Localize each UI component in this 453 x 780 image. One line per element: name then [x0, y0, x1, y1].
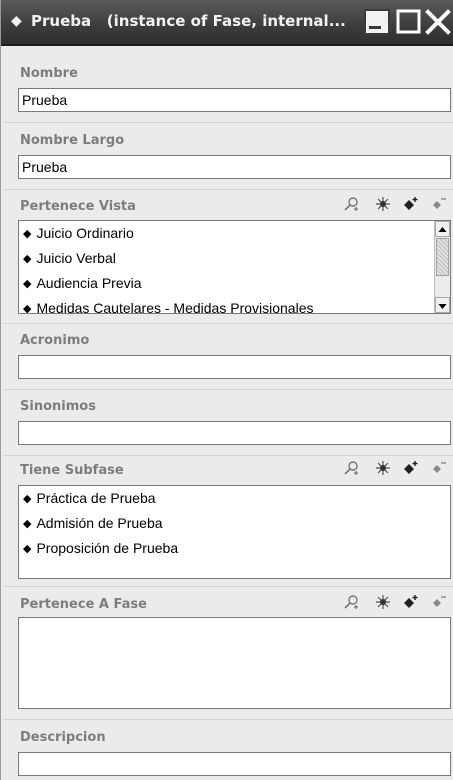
minimize-icon: [369, 26, 381, 29]
tiene-subfase-label: Tiene Subfase: [20, 463, 124, 478]
divider: [3, 719, 453, 720]
add-value-icon[interactable]: [403, 460, 419, 476]
vertical-scrollbar[interactable]: [434, 221, 450, 313]
create-instance-icon[interactable]: [375, 594, 391, 610]
window-title: Prueba (instance of Fase, internal...: [31, 12, 346, 30]
nombre-largo-label: Nombre Largo: [20, 133, 125, 148]
remove-value-icon[interactable]: [431, 196, 447, 212]
add-value-icon[interactable]: [403, 594, 419, 610]
divider: [3, 122, 453, 123]
list-item[interactable]: ◆ Juicio Ordinario: [19, 221, 450, 246]
divider: [3, 455, 453, 456]
acronimo-field[interactable]: [18, 355, 451, 379]
close-icon: [425, 9, 451, 35]
descripcion-field[interactable]: [18, 752, 451, 776]
diamond-icon: ◆: [23, 543, 32, 555]
search-value-icon[interactable]: [343, 460, 359, 476]
diamond-icon: ◆: [23, 518, 32, 530]
pertenece-vista-toolbar: [343, 196, 451, 214]
diamond-icon: ◆: [23, 278, 32, 290]
pertenece-vista-list[interactable]: ◆ Juicio Ordinario ◆ Juicio Verbal ◆ Audien…: [18, 220, 451, 314]
nombre-field[interactable]: Prueba: [18, 88, 451, 112]
diamond-icon: ◆: [11, 13, 22, 29]
search-value-icon[interactable]: [343, 196, 359, 212]
close-button[interactable]: [425, 9, 451, 35]
diamond-icon: ◆: [23, 493, 32, 505]
nombre-label: Nombre: [20, 66, 78, 81]
nombre-largo-field[interactable]: Prueba: [18, 155, 451, 179]
list-item[interactable]: ◆ Juicio Verbal: [19, 246, 450, 271]
scroll-up-button[interactable]: [435, 221, 450, 237]
pertenece-a-fase-toolbar: [343, 594, 451, 612]
create-instance-icon[interactable]: [375, 460, 391, 476]
list-item[interactable]: ◆ Proposición de Prueba: [19, 536, 450, 561]
list-item[interactable]: ◆ Admisión de Prueba: [19, 511, 450, 536]
sinonimos-label: Sinonimos: [20, 399, 96, 414]
list-item-label: Admisión de Prueba: [36, 515, 163, 531]
maximize-button[interactable]: [396, 9, 422, 35]
instance-form-window: ◆ Prueba (instance of Fase, internal... …: [0, 0, 453, 780]
divider: [3, 389, 453, 390]
diamond-icon: ◆: [23, 228, 32, 240]
list-item[interactable]: ◆ Audiencia Previa: [19, 271, 450, 296]
minimize-button[interactable]: [364, 9, 390, 35]
create-instance-icon[interactable]: [375, 196, 391, 212]
list-item-label: Juicio Verbal: [36, 250, 116, 266]
arrow-down-icon: [438, 304, 447, 309]
divider: [3, 586, 453, 587]
sinonimos-field[interactable]: [18, 421, 451, 445]
pertenece-a-fase-list[interactable]: [18, 617, 451, 709]
scroll-down-button[interactable]: [435, 297, 450, 313]
add-value-icon[interactable]: [403, 196, 419, 212]
tiene-subfase-toolbar: [343, 460, 451, 478]
remove-value-icon[interactable]: [431, 460, 447, 476]
divider: [3, 323, 453, 324]
acronimo-label: Acronimo: [20, 333, 90, 348]
maximize-icon: [396, 9, 421, 34]
diamond-icon: ◆: [23, 253, 32, 265]
list-item-label: Juicio Ordinario: [36, 225, 134, 241]
divider: [3, 189, 453, 190]
list-item-label: Proposición de Prueba: [36, 540, 179, 556]
arrow-up-icon: [438, 227, 447, 232]
title-bar[interactable]: ◆ Prueba (instance of Fase, internal...: [1, 0, 453, 46]
list-item-label: Audiencia Previa: [36, 275, 142, 291]
list-item[interactable]: ◆ Práctica de Prueba: [19, 486, 450, 511]
list-item-label: Medidas Cautelares - Medidas Provisional…: [36, 300, 314, 314]
descripcion-label: Descripcion: [20, 730, 106, 745]
pertenece-vista-label: Pertenece Vista: [20, 199, 136, 214]
tiene-subfase-list[interactable]: ◆ Práctica de Prueba ◆ Admisión de Prueba …: [18, 485, 451, 579]
pertenece-a-fase-label: Pertenece A Fase: [20, 597, 147, 612]
list-item-label: Práctica de Prueba: [36, 490, 156, 506]
remove-value-icon[interactable]: [431, 594, 447, 610]
scroll-thumb[interactable]: [436, 238, 449, 276]
list-item[interactable]: ◆ Medidas Cautelares - Medidas Provisiona…: [19, 296, 450, 314]
search-value-icon[interactable]: [343, 594, 359, 610]
diamond-icon: ◆: [23, 303, 32, 314]
